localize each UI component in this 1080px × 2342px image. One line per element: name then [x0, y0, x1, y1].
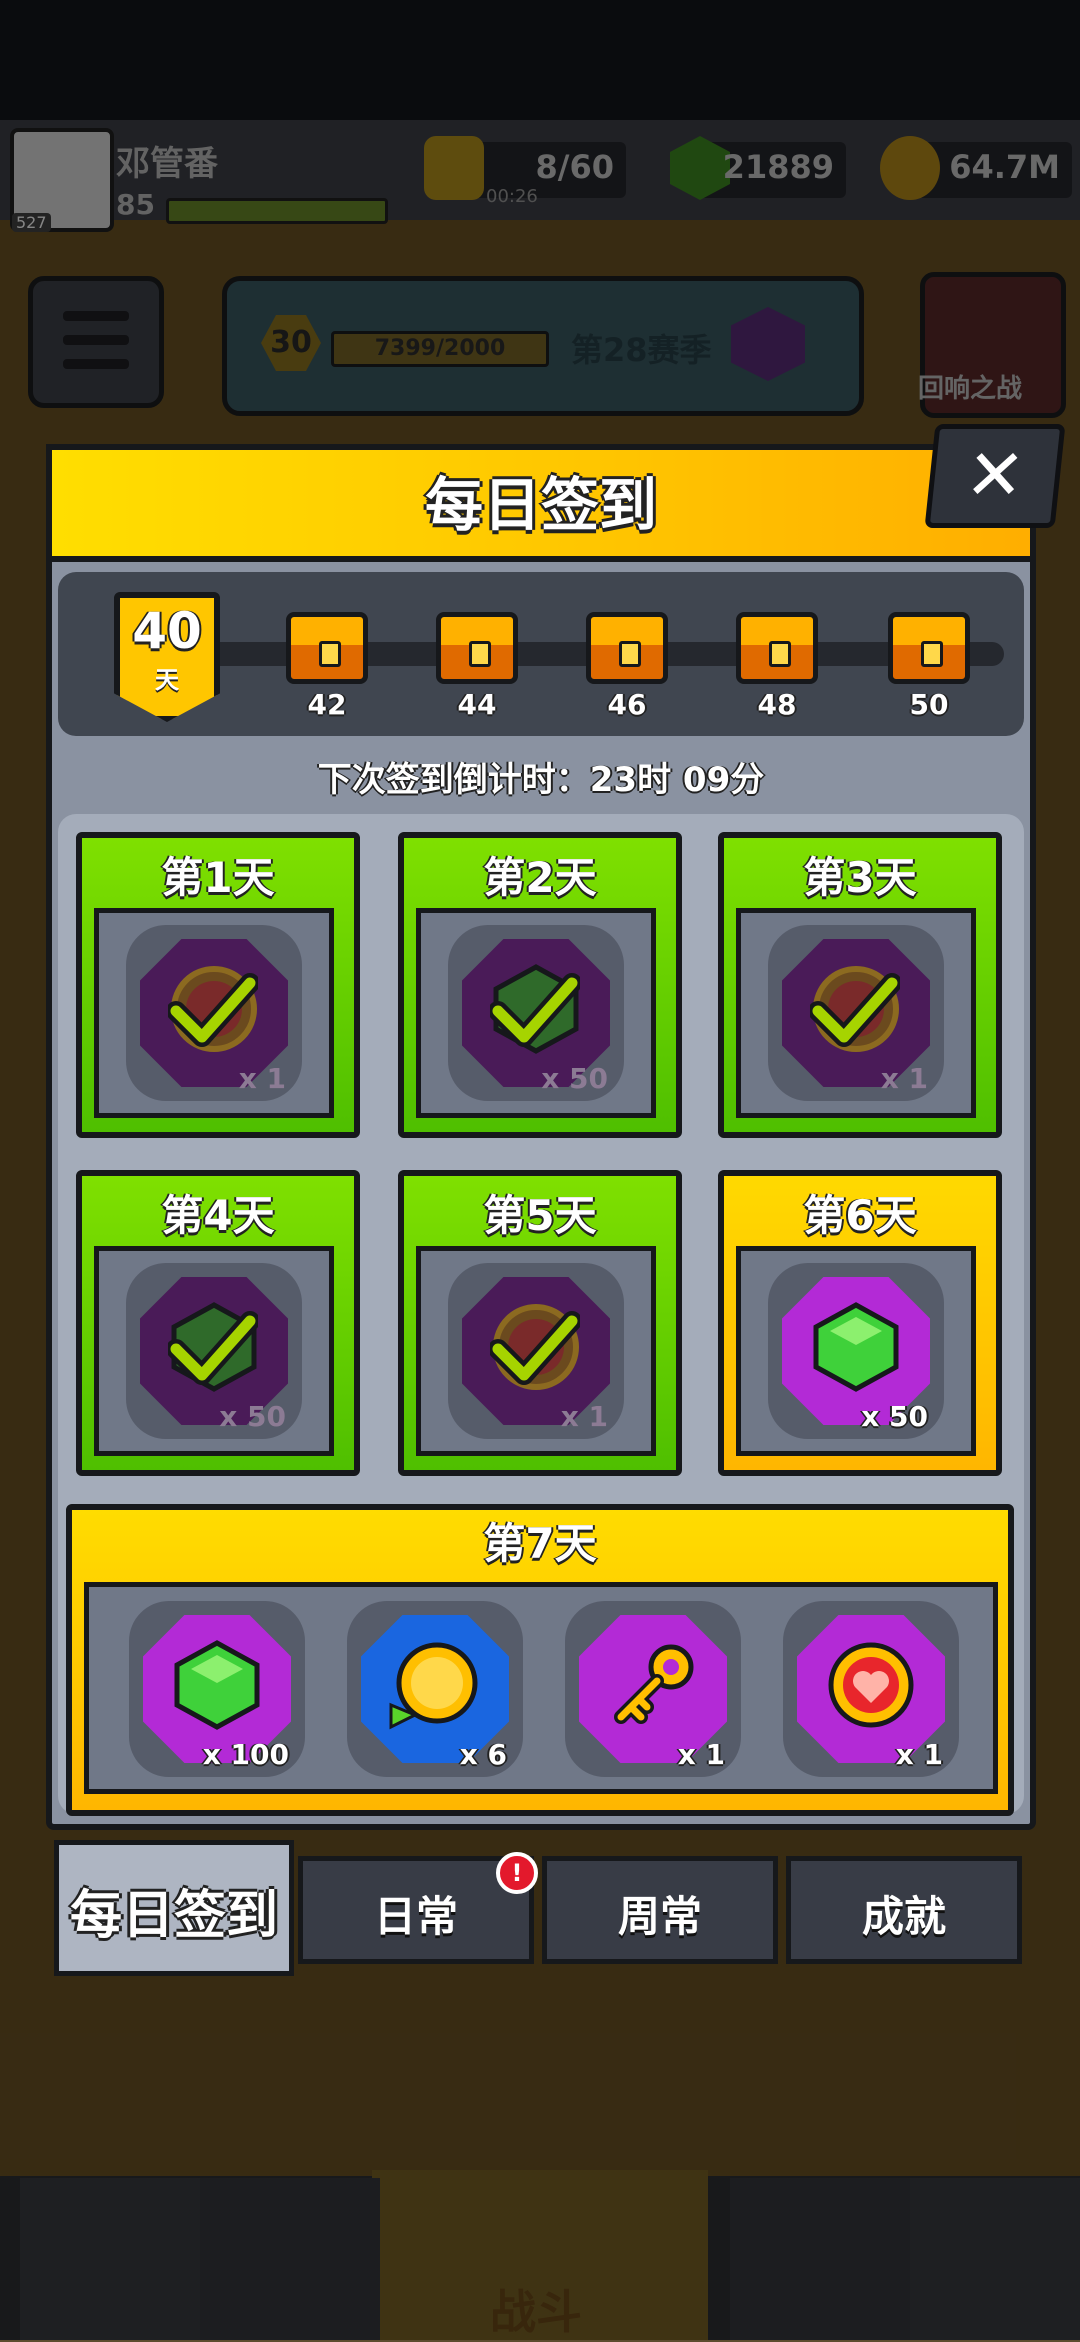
tab-label: 每日签到 [69, 1886, 278, 1946]
day-label: 第3天 [803, 853, 917, 902]
reward-quantity: x 1 [677, 1738, 725, 1771]
checkin-countdown: 下次签到倒计时：23时 09分 [317, 760, 765, 800]
tab-label: 日常 [373, 1892, 458, 1941]
day-card-2[interactable]: 第2天 x 50 [398, 832, 682, 1138]
gem-icon [174, 1640, 260, 1730]
reward-quantity: x 100 [202, 1738, 289, 1771]
reward-slot: x 50 [416, 908, 656, 1118]
heart-coin-icon [828, 1642, 914, 1728]
streak-days: 40 [132, 602, 202, 660]
close-button[interactable]: ✕ [924, 424, 1066, 528]
reward-slot: x 1 [416, 1246, 656, 1456]
reward-quantity: x 1 [895, 1738, 943, 1771]
checkmark-icon [168, 973, 258, 1047]
checkmark-icon [168, 1311, 258, 1385]
reward-quantity: x 1 [238, 1062, 286, 1095]
reward-quantity: x 50 [219, 1400, 286, 1433]
day-label: 第2天 [483, 853, 597, 902]
day7-reward-row: x 100 x 6 x 1 x 1 [84, 1582, 998, 1794]
tab-achievements[interactable]: 成就 [786, 1856, 1022, 1964]
reward-quantity: x 50 [541, 1062, 608, 1095]
modal-title: 每日签到 [424, 471, 657, 539]
tab-label: 成就 [861, 1892, 946, 1941]
milestone-chest-icon[interactable] [736, 612, 818, 684]
checkmark-icon [490, 1311, 580, 1385]
milestone-day: 42 [307, 688, 347, 721]
reward-slot: x 50 [736, 1246, 976, 1456]
key-icon [614, 1644, 694, 1724]
chest-lock-icon [769, 641, 791, 667]
reward-slot: x 1 [94, 908, 334, 1118]
reward-slot: x 1 [736, 908, 976, 1118]
day-card-1[interactable]: 第1天 x 1 [76, 832, 360, 1138]
milestone-chest-icon[interactable] [888, 612, 970, 684]
milestone-chest-icon[interactable] [286, 612, 368, 684]
day-label: 第7天 [483, 1519, 597, 1568]
day-card-4[interactable]: 第4天 x 50 [76, 1170, 360, 1476]
tab-weekly-tasks[interactable]: 周常 [542, 1856, 778, 1964]
milestone-day: 44 [457, 688, 497, 721]
chest-lock-icon [619, 641, 641, 667]
alert-badge-icon: ! [496, 1852, 538, 1894]
reward-quantity: x 1 [560, 1400, 608, 1433]
gold-coin-icon [389, 1642, 478, 1730]
milestone-chest-icon[interactable] [436, 612, 518, 684]
tab-daily-checkin[interactable]: 每日签到 [54, 1840, 294, 1976]
milestone-chest-icon[interactable] [586, 612, 668, 684]
day-label: 第6天 [803, 1191, 917, 1240]
streak-unit: 天 [155, 666, 179, 694]
day-label: 第1天 [161, 853, 275, 902]
reward-quantity: x 50 [861, 1400, 928, 1433]
day-card-5[interactable]: 第5天 x 1 [398, 1170, 682, 1476]
milestone-day: 46 [607, 688, 647, 721]
close-icon: ✕ [961, 434, 1029, 516]
day-label: 第4天 [161, 1191, 275, 1240]
checkmark-icon [810, 973, 900, 1047]
reward-quantity: x 1 [880, 1062, 928, 1095]
chest-lock-icon [319, 641, 341, 667]
day-card-6[interactable]: 第6天 x 50 [718, 1170, 1002, 1476]
checkmark-icon [490, 973, 580, 1047]
day-label: 第5天 [483, 1191, 597, 1240]
reward-slot: x 50 [94, 1246, 334, 1456]
milestone-day: 50 [909, 688, 949, 721]
gem-icon [813, 1302, 899, 1392]
milestone-day: 48 [757, 688, 797, 721]
tab-label: 周常 [617, 1892, 702, 1941]
chest-lock-icon [921, 641, 943, 667]
reward-quantity: x 6 [459, 1738, 507, 1771]
day-card-3[interactable]: 第3天 x 1 [718, 832, 1002, 1138]
chest-lock-icon [469, 641, 491, 667]
